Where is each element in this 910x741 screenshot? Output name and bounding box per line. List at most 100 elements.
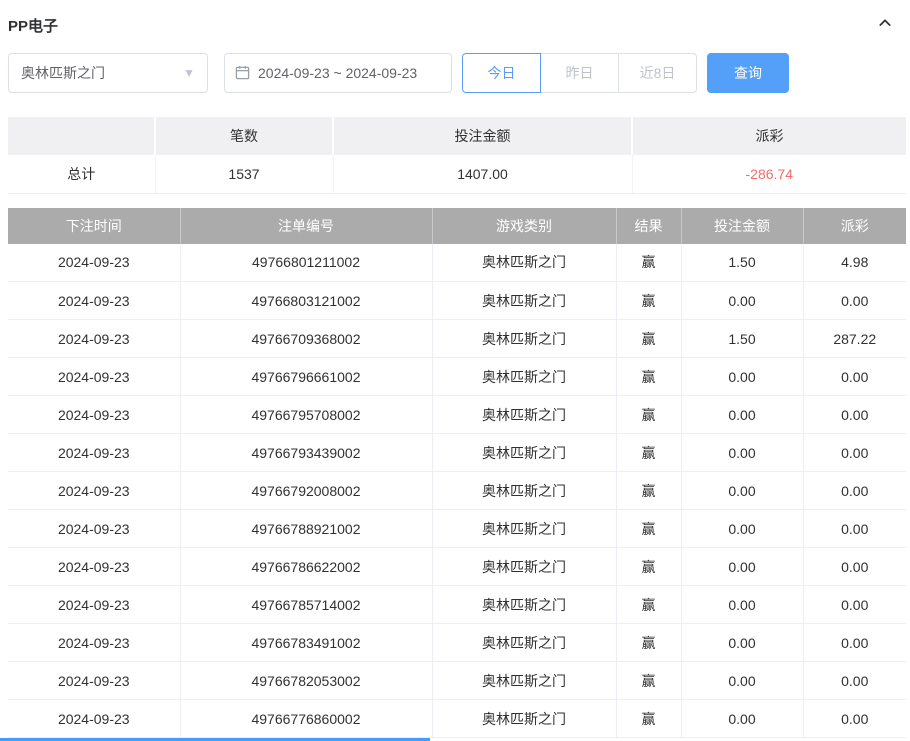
yesterday-button[interactable]: 昨日 [540, 53, 619, 93]
table-cell: 4.98 [803, 244, 906, 282]
date-range-input[interactable]: 2024-09-23 ~ 2024-09-23 [224, 53, 452, 93]
table-cell: 赢 [616, 700, 681, 738]
table-cell: 49766786622002 [180, 548, 432, 586]
summary-header-payout: 派彩 [632, 117, 906, 155]
table-cell: 0.00 [681, 434, 803, 472]
summary-header-bet-amount: 投注金额 [333, 117, 632, 155]
collapse-panel-button[interactable] [874, 14, 896, 36]
table-cell: 奥林匹斯之门 [432, 510, 616, 548]
table-cell: 2024-09-23 [8, 662, 180, 700]
table-cell: 1.50 [681, 320, 803, 358]
table-row: 2024-09-2349766795708002奥林匹斯之门赢0.000.00 [8, 396, 906, 434]
table-row: 2024-09-2349766803121002奥林匹斯之门赢0.000.00 [8, 282, 906, 320]
column-header: 下注时间 [8, 208, 180, 244]
summary-total-payout: -286.74 [632, 155, 906, 193]
table-cell: 49766801211002 [180, 244, 432, 282]
summary-header-row: 笔数 投注金额 派彩 [8, 117, 906, 155]
table-cell: 赢 [616, 434, 681, 472]
chevron-up-icon [877, 15, 893, 36]
search-button[interactable]: 查询 [707, 53, 789, 93]
table-cell: 0.00 [681, 282, 803, 320]
table-cell: 奥林匹斯之门 [432, 472, 616, 510]
table-cell: 0.00 [681, 510, 803, 548]
table-row: 2024-09-2349766788921002奥林匹斯之门赢0.000.00 [8, 510, 906, 548]
table-cell: 0.00 [803, 510, 906, 548]
table-cell: 奥林匹斯之门 [432, 434, 616, 472]
table-row: 2024-09-2349766782053002奥林匹斯之门赢0.000.00 [8, 662, 906, 700]
table-row: 2024-09-2349766785714002奥林匹斯之门赢0.000.00 [8, 586, 906, 624]
table-cell: 2024-09-23 [8, 282, 180, 320]
filter-bar: 奥林匹斯之门 ▼ 2024-09-23 ~ 2024-09-23 今日 昨日 近… [8, 52, 910, 93]
table-cell: 49766783491002 [180, 624, 432, 662]
table-cell: 2024-09-23 [8, 244, 180, 282]
table-cell: 奥林匹斯之门 [432, 624, 616, 662]
table-cell: 0.00 [681, 396, 803, 434]
table-cell: 赢 [616, 548, 681, 586]
table-cell: 0.00 [803, 586, 906, 624]
table-row: 2024-09-2349766801211002奥林匹斯之门赢1.504.98 [8, 244, 906, 282]
orders-table-body: 2024-09-2349766801211002奥林匹斯之门赢1.504.982… [8, 244, 906, 738]
quick-date-button-group: 今日 昨日 近8日 [462, 53, 697, 93]
table-cell: 奥林匹斯之门 [432, 320, 616, 358]
table-cell: 赢 [616, 472, 681, 510]
table-cell: 2024-09-23 [8, 624, 180, 662]
table-cell: 0.00 [681, 472, 803, 510]
table-cell: 赢 [616, 320, 681, 358]
table-cell: 0.00 [803, 624, 906, 662]
table-cell: 0.00 [803, 282, 906, 320]
table-cell: 0.00 [681, 586, 803, 624]
table-cell: 49766793439002 [180, 434, 432, 472]
table-cell: 49766796661002 [180, 358, 432, 396]
table-cell: 2024-09-23 [8, 548, 180, 586]
summary-total-count: 1537 [155, 155, 333, 193]
table-cell: 奥林匹斯之门 [432, 282, 616, 320]
table-cell: 49766792008002 [180, 472, 432, 510]
table-cell: 赢 [616, 624, 681, 662]
page-title: PP电子 [8, 15, 58, 36]
table-cell: 0.00 [681, 700, 803, 738]
orders-table: 下注时间注单编号游戏类别结果投注金额派彩 2024-09-23497668012… [8, 208, 906, 739]
table-row: 2024-09-2349766783491002奥林匹斯之门赢0.000.00 [8, 624, 906, 662]
table-cell: 赢 [616, 358, 681, 396]
table-cell: 赢 [616, 662, 681, 700]
table-cell: 0.00 [803, 662, 906, 700]
today-button[interactable]: 今日 [462, 53, 541, 93]
table-cell: 0.00 [803, 700, 906, 738]
table-cell: 49766795708002 [180, 396, 432, 434]
table-cell: 287.22 [803, 320, 906, 358]
table-cell: 0.00 [681, 662, 803, 700]
last-8-days-button[interactable]: 近8日 [618, 53, 697, 93]
calendar-icon [235, 65, 250, 80]
table-cell: 2024-09-23 [8, 510, 180, 548]
table-cell: 49766709368002 [180, 320, 432, 358]
panel-header: PP电子 [0, 0, 910, 36]
table-cell: 0.00 [681, 624, 803, 662]
summary-total-label: 总计 [8, 155, 155, 193]
table-cell: 奥林匹斯之门 [432, 662, 616, 700]
table-row: 2024-09-2349766709368002奥林匹斯之门赢1.50287.2… [8, 320, 906, 358]
summary-table: 笔数 投注金额 派彩 总计 1537 1407.00 -286.74 [8, 117, 906, 194]
table-cell: 2024-09-23 [8, 700, 180, 738]
table-cell: 2024-09-23 [8, 358, 180, 396]
orders-table-head-row: 下注时间注单编号游戏类别结果投注金额派彩 [8, 208, 906, 244]
summary-header-count: 笔数 [155, 117, 333, 155]
table-cell: 49766776860002 [180, 700, 432, 738]
summary-total-bet-amount: 1407.00 [333, 155, 632, 193]
column-header: 游戏类别 [432, 208, 616, 244]
column-header: 结果 [616, 208, 681, 244]
table-cell: 2024-09-23 [8, 320, 180, 358]
pp-electronic-panel: PP电子 奥林匹斯之门 ▼ 2024-09-23 ~ [0, 0, 910, 741]
table-cell: 奥林匹斯之门 [432, 548, 616, 586]
table-cell: 0.00 [803, 358, 906, 396]
game-select[interactable]: 奥林匹斯之门 ▼ [8, 53, 208, 93]
table-cell: 奥林匹斯之门 [432, 700, 616, 738]
summary-total-row: 总计 1537 1407.00 -286.74 [8, 155, 906, 193]
table-cell: 赢 [616, 510, 681, 548]
table-row: 2024-09-2349766796661002奥林匹斯之门赢0.000.00 [8, 358, 906, 396]
table-cell: 49766803121002 [180, 282, 432, 320]
table-cell: 0.00 [681, 358, 803, 396]
table-cell: 奥林匹斯之门 [432, 358, 616, 396]
table-cell: 49766788921002 [180, 510, 432, 548]
table-cell: 2024-09-23 [8, 472, 180, 510]
table-row: 2024-09-2349766792008002奥林匹斯之门赢0.000.00 [8, 472, 906, 510]
